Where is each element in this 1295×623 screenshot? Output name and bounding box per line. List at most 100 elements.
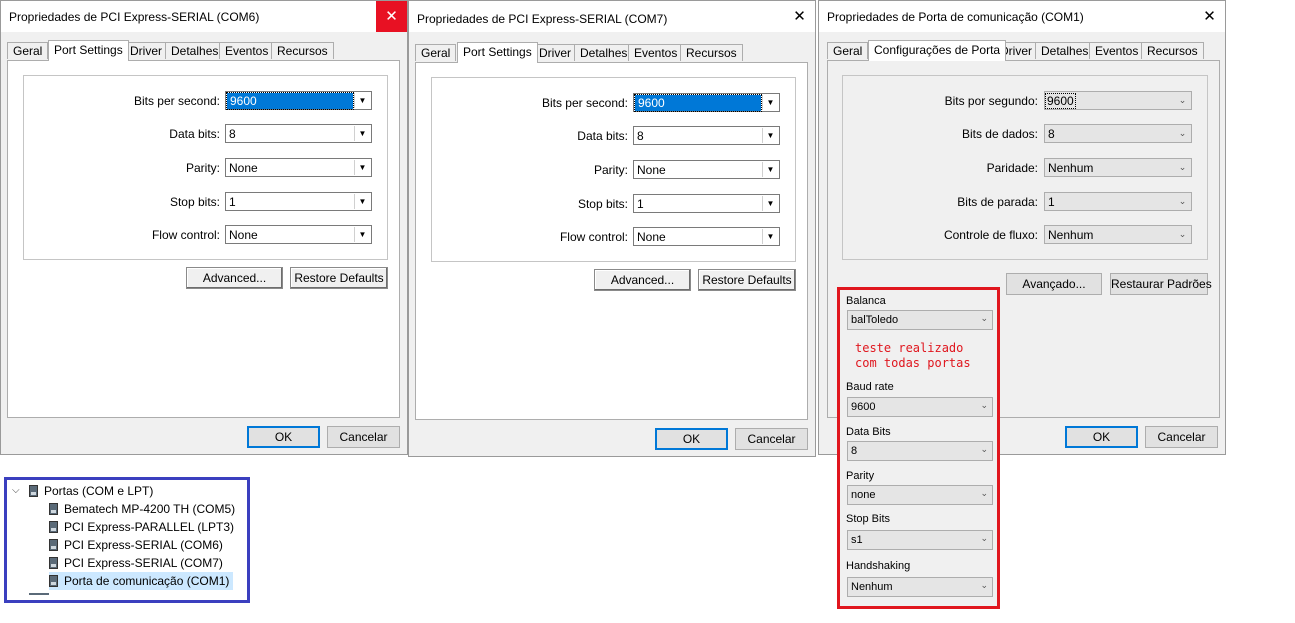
- title-bar: Propriedades de PCI Express-SERIAL (COM6…: [1, 1, 407, 32]
- tab-detalhes[interactable]: Detalhes: [1035, 42, 1095, 59]
- port-device-icon: [29, 485, 38, 497]
- select-value: 8: [229, 127, 236, 141]
- select-value: Nenhum: [1048, 228, 1094, 242]
- flow-control-select[interactable]: None ▼: [633, 227, 780, 246]
- restore-defaults-button[interactable]: Restore Defaults: [698, 269, 796, 291]
- parity-select[interactable]: None ▼: [225, 158, 372, 177]
- data-bits-label: Data Bits: [846, 426, 891, 438]
- select-value: None: [637, 230, 666, 244]
- tree-item-label: Bematech MP-4200 TH (COM5): [64, 502, 236, 516]
- tree-item[interactable]: PCI Express-SERIAL (COM6): [49, 536, 223, 554]
- stop-bits-label: Stop Bits: [846, 513, 891, 525]
- app-serial-settings-panel: Balanca balToledo ⌄ teste realizado com …: [837, 287, 1000, 609]
- annotation-note: teste realizado com todas portas: [855, 341, 971, 370]
- tree-group-ports[interactable]: Portas (COM e LPT): [29, 482, 153, 500]
- handshaking-select[interactable]: Nenhum ⌄: [847, 577, 993, 597]
- tree-item[interactable]: PCI Express-PARALLEL (LPT3): [49, 518, 234, 536]
- tab-detalhes[interactable]: Detalhes: [574, 44, 634, 61]
- stop-bits-select[interactable]: s1 ⌄: [847, 530, 993, 550]
- bits-per-second-select[interactable]: 9600 ▼: [633, 93, 780, 112]
- tab-geral[interactable]: Geral: [7, 42, 49, 59]
- tab-eventos[interactable]: Eventos: [219, 42, 275, 59]
- dialog-title: Propriedades de PCI Express-SERIAL (COM7…: [417, 12, 668, 26]
- flow-control-label: Flow control:: [559, 230, 628, 244]
- chevron-down-icon[interactable]: ⌵: [12, 485, 20, 496]
- baud-rate-select[interactable]: 9600 ⌄: [847, 397, 993, 417]
- ok-button[interactable]: OK: [655, 428, 728, 450]
- tab-port-settings[interactable]: Port Settings: [48, 40, 129, 61]
- controle-de-fluxo-select[interactable]: Nenhum ⌄: [1044, 225, 1192, 244]
- tab-port-settings[interactable]: Port Settings: [457, 42, 538, 63]
- data-bits-select[interactable]: 8 ▼: [225, 124, 372, 143]
- select-value: 9600: [634, 94, 762, 112]
- tree-item[interactable]: PCI Express-SERIAL (COM7): [49, 554, 223, 572]
- select-value: 8: [637, 129, 644, 143]
- balanca-select[interactable]: balToledo ⌄: [847, 310, 993, 330]
- restore-defaults-button[interactable]: Restore Defaults: [290, 267, 388, 289]
- ok-button[interactable]: OK: [1065, 426, 1138, 448]
- parity-select[interactable]: None ▼: [633, 160, 780, 179]
- cancel-button[interactable]: Cancelar: [1145, 426, 1218, 448]
- tree-item-label: PCI Express-SERIAL (COM6): [64, 538, 223, 552]
- tab-panel: Bits per second: 9600 ▼ Data bits: 8 ▼ P…: [415, 62, 808, 420]
- tab-eventos[interactable]: Eventos: [1089, 42, 1145, 59]
- bits-por-segundo-select[interactable]: 9600 ⌄: [1044, 91, 1192, 110]
- port-device-icon: [49, 503, 58, 515]
- stop-bits-select[interactable]: 1 ▼: [225, 192, 372, 211]
- tab-eventos[interactable]: Eventos: [628, 44, 684, 61]
- bits-de-dados-label: Bits de dados:: [961, 127, 1038, 141]
- tab-configuracoes-de-porta[interactable]: Configurações de Porta: [868, 40, 1007, 61]
- cancel-button[interactable]: Cancelar: [327, 426, 400, 448]
- data-bits-select[interactable]: 8 ⌄: [847, 441, 993, 461]
- tree-item-label: PCI Express-SERIAL (COM7): [64, 556, 223, 570]
- advanced-button[interactable]: Advanced...: [594, 269, 691, 291]
- chevron-down-icon: ▼: [762, 128, 778, 143]
- tab-driver[interactable]: Driver: [124, 42, 168, 59]
- port-device-icon: [49, 521, 58, 533]
- chevron-down-icon: ▼: [354, 93, 370, 108]
- ok-button[interactable]: OK: [247, 426, 320, 448]
- data-bits-label: Data bits:: [169, 127, 220, 141]
- flow-control-select[interactable]: None ▼: [225, 225, 372, 244]
- controle-de-fluxo-label: Controle de fluxo:: [943, 228, 1038, 242]
- tab-recursos[interactable]: Recursos: [680, 44, 743, 61]
- tab-recursos[interactable]: Recursos: [1141, 42, 1204, 59]
- dialog-com7: Propriedades de PCI Express-SERIAL (COM7…: [408, 0, 816, 457]
- tab-detalhes[interactable]: Detalhes: [165, 42, 225, 59]
- bits-de-dados-select[interactable]: 8 ⌄: [1044, 124, 1192, 143]
- chevron-down-icon: ⌄: [980, 400, 988, 410]
- select-value: 1: [637, 197, 644, 211]
- close-icon[interactable]: ✕: [376, 1, 407, 32]
- close-icon[interactable]: ✕: [1194, 1, 1225, 32]
- parity-select[interactable]: none ⌄: [847, 485, 993, 505]
- tab-recursos[interactable]: Recursos: [271, 42, 334, 59]
- cancel-button[interactable]: Cancelar: [735, 428, 808, 450]
- stop-bits-select[interactable]: 1 ▼: [633, 194, 780, 213]
- chevron-down-icon: ▼: [354, 227, 370, 242]
- select-value: 9600: [851, 401, 876, 413]
- tab-driver[interactable]: Driver: [533, 44, 577, 61]
- chevron-down-icon: ▼: [762, 162, 778, 177]
- advanced-button[interactable]: Advanced...: [186, 267, 283, 289]
- chevron-down-icon: ⌄: [980, 488, 988, 498]
- restaurar-padroes-button[interactable]: Restaurar Padrões: [1110, 273, 1212, 295]
- chevron-down-icon: ⌄: [980, 313, 988, 323]
- handshaking-label: Handshaking: [846, 560, 911, 572]
- tree-item[interactable]: Bematech MP-4200 TH (COM5): [49, 500, 235, 518]
- select-value: 1: [229, 195, 236, 209]
- bits-per-second-select[interactable]: 9600 ▼: [225, 91, 372, 110]
- close-icon[interactable]: ✕: [784, 1, 815, 32]
- data-bits-select[interactable]: 8 ▼: [633, 126, 780, 145]
- chevron-down-icon: ▼: [762, 95, 778, 110]
- chevron-down-icon: ⌄: [1178, 128, 1187, 138]
- port-device-icon: [49, 557, 58, 569]
- chevron-down-icon: ⌄: [1178, 95, 1187, 105]
- avancado-button[interactable]: Avançado...: [1006, 273, 1102, 295]
- paridade-select[interactable]: Nenhum ⌄: [1044, 158, 1192, 177]
- tab-geral[interactable]: Geral: [415, 44, 457, 61]
- device-manager-tree: ⌵ Portas (COM e LPT) Bematech MP-4200 TH…: [4, 477, 250, 603]
- bits-de-parada-label: Bits de parada:: [957, 195, 1038, 209]
- bits-de-parada-select[interactable]: 1 ⌄: [1044, 192, 1192, 211]
- tree-item-selected[interactable]: Porta de comunicação (COM1): [49, 572, 234, 590]
- tab-geral[interactable]: Geral: [827, 42, 869, 59]
